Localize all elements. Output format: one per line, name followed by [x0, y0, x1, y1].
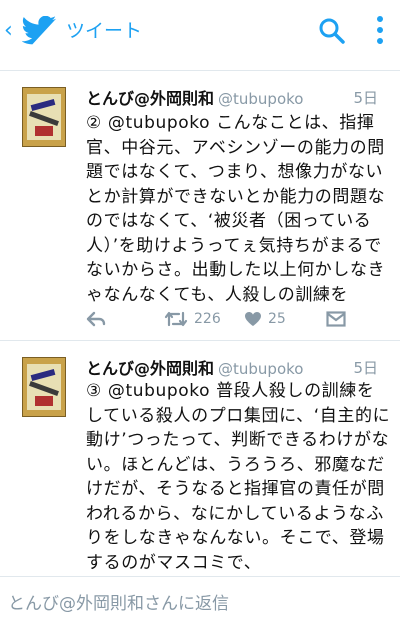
avatar[interactable] [22, 357, 66, 417]
author-name[interactable]: とんび@外岡則和 [86, 89, 214, 108]
tweet-date: 5日 [353, 89, 378, 107]
tweet-text: ② @tubupoko こんなことは、指揮官、中谷元、アベシンゾーの能力の問題で… [86, 113, 386, 305]
tweet-card[interactable]: とんび@外岡則和 @tubupoko 5日 ③ @tubupoko 普段人殺しの訓… [0, 341, 400, 573]
direct-message-icon [326, 311, 346, 327]
like-count: 25 [268, 311, 286, 327]
tweet-header: とんび@外岡則和 @tubupoko 5日 [86, 85, 386, 109]
tweet-text: ③ @tubupoko 普段人殺しの訓練をしている殺人のプロ集団に、‘自主的に動… [86, 381, 391, 573]
author-handle[interactable]: @tubupoko [218, 90, 303, 108]
author-name[interactable]: とんび@外岡則和 [86, 359, 214, 378]
reply-icon [86, 311, 106, 327]
tweet-card[interactable]: とんび@外岡則和 @tubupoko 5日 ② @tubupoko こんなことは、… [0, 71, 400, 341]
tweet-date: 5日 [353, 359, 378, 377]
search-icon[interactable] [318, 17, 346, 45]
twitter-bird-icon[interactable] [22, 16, 58, 46]
app-bar: ‹ ツイート [0, 0, 400, 62]
reply-input[interactable] [8, 591, 392, 617]
back-chevron-icon[interactable]: ‹ [4, 17, 18, 45]
reply-button[interactable] [86, 307, 108, 331]
more-vertical-icon[interactable] [370, 13, 390, 47]
page-title: ツイート [66, 20, 143, 42]
retweet-button[interactable]: 226 [164, 307, 244, 331]
avatar[interactable] [22, 87, 66, 147]
author-handle[interactable]: @tubupoko [218, 360, 303, 378]
retweet-count: 226 [194, 311, 221, 327]
tweet-actions: 226 25 [86, 307, 366, 331]
direct-message-button[interactable] [326, 307, 350, 331]
heart-icon [245, 312, 261, 326]
like-button[interactable]: 25 [244, 307, 304, 331]
retweet-icon [164, 311, 188, 327]
tweet-header: とんび@外岡則和 @tubupoko 5日 [86, 355, 386, 379]
reply-bar [0, 577, 400, 630]
